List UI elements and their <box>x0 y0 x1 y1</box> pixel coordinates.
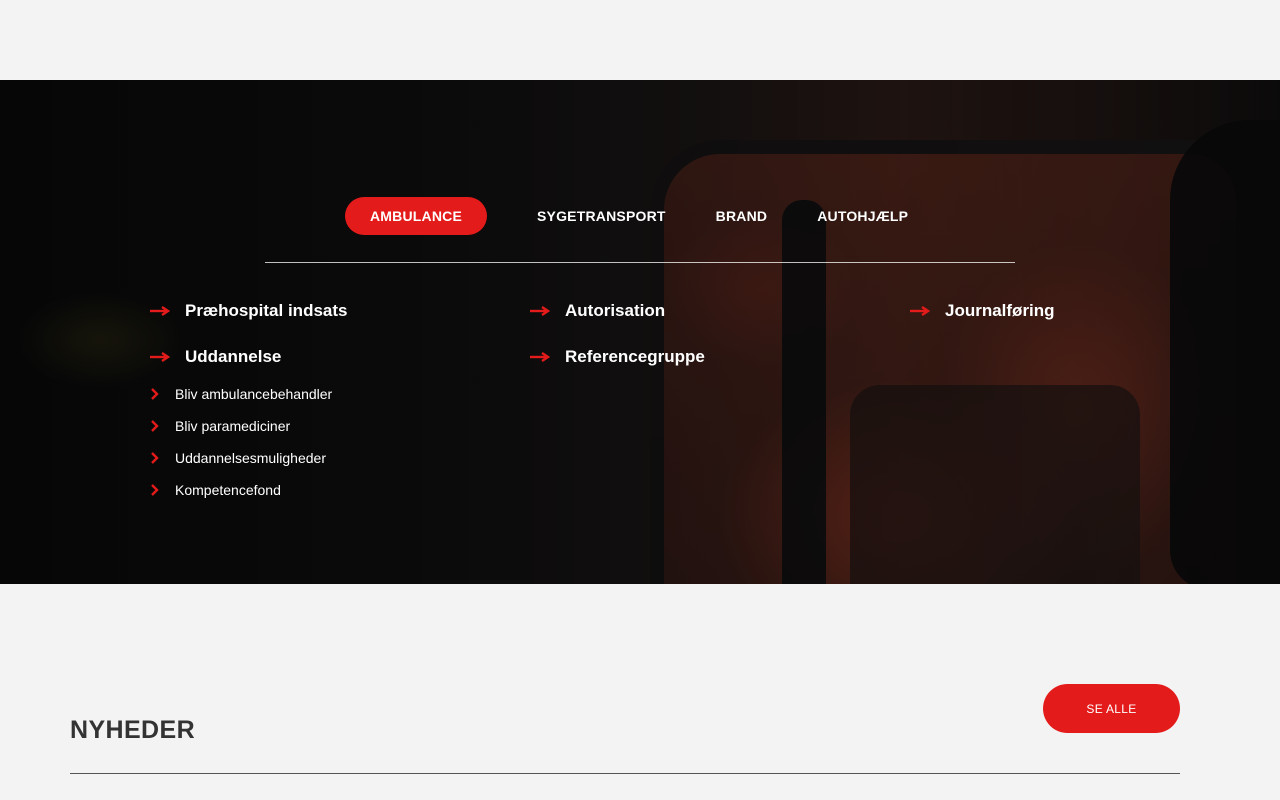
chevron-right-icon <box>151 484 159 496</box>
tab-ambulance[interactable]: AMBULANCE <box>345 197 488 235</box>
news-divider <box>70 773 1180 774</box>
arrow-right-icon <box>150 306 170 316</box>
menu-link-journalfoering[interactable]: Journalføring <box>910 298 1055 324</box>
arrow-right-icon <box>530 352 550 362</box>
menu-link-praehospital-indsats[interactable]: Præhospital indsats <box>150 298 347 324</box>
sub-link-label: Kompetencefond <box>175 482 281 498</box>
tab-sygetransport[interactable]: SYGETRANSPORT <box>512 197 691 235</box>
menu-link-referencegruppe[interactable]: Referencegruppe <box>530 344 705 370</box>
menu-link-uddannelse[interactable]: Uddannelse <box>150 344 347 370</box>
menu-link-label: Autorisation <box>565 301 666 320</box>
see-all-button[interactable]: SE ALLE <box>1043 684 1180 733</box>
chevron-right-icon <box>151 388 159 400</box>
sub-link-uddannelsesmuligheder[interactable]: Uddannelsesmuligheder <box>150 448 347 468</box>
menu-column-1: Præhospital indsats Uddannelse Bliv ambu… <box>150 298 347 512</box>
arrow-right-icon <box>530 306 550 316</box>
menu-link-label: Journalføring <box>945 301 1055 320</box>
menu-link-label: Referencegruppe <box>565 347 705 366</box>
menu-column-3: Journalføring <box>910 298 1055 344</box>
tabs-divider <box>265 262 1015 263</box>
tab-autohjaelp[interactable]: AUTOHJÆLP <box>792 197 933 235</box>
arrow-right-icon <box>910 306 930 316</box>
arrow-right-icon <box>150 352 170 362</box>
menu-column-2: Autorisation Referencegruppe <box>530 298 705 390</box>
sub-link-bliv-paramediciner[interactable]: Bliv paramediciner <box>150 416 347 436</box>
hero-menu-panel: AMBULANCE SYGETRANSPORT BRAND AUTOHJÆLP … <box>0 80 1280 584</box>
sub-link-label: Uddannelsesmuligheder <box>175 450 326 466</box>
tab-brand[interactable]: BRAND <box>691 197 793 235</box>
sub-link-label: Bliv paramediciner <box>175 418 291 434</box>
menu-link-label: Uddannelse <box>185 347 282 366</box>
category-tabs: AMBULANCE SYGETRANSPORT BRAND AUTOHJÆLP <box>345 197 933 235</box>
chevron-right-icon <box>151 420 159 432</box>
menu-link-label: Præhospital indsats <box>185 301 348 320</box>
sub-link-bliv-ambulancebehandler[interactable]: Bliv ambulancebehandler <box>150 384 347 404</box>
sub-link-label: Bliv ambulancebehandler <box>175 386 333 402</box>
menu-link-autorisation[interactable]: Autorisation <box>530 298 705 324</box>
uddannelse-sub-links: Bliv ambulancebehandler Bliv paramedicin… <box>150 384 347 500</box>
chevron-right-icon <box>151 452 159 464</box>
news-section-title: NYHEDER <box>70 716 196 744</box>
sub-link-kompetencefond[interactable]: Kompetencefond <box>150 480 347 500</box>
